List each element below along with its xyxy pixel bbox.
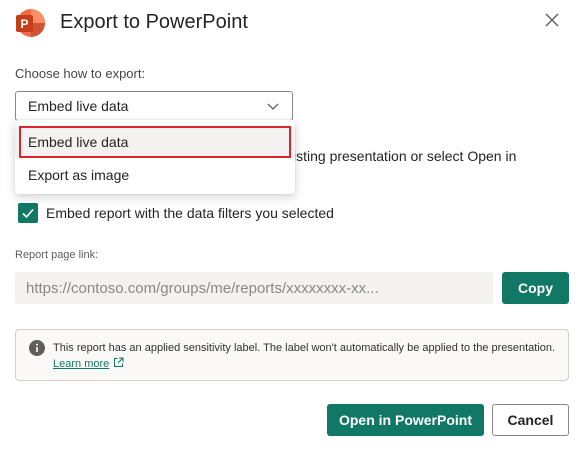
chevron-down-icon <box>267 103 279 110</box>
option-export-as-image[interactable]: Export as image <box>15 160 295 190</box>
export-method-label: Choose how to export: <box>15 66 146 81</box>
close-button[interactable] <box>541 9 563 31</box>
dialog-title: Export to PowerPoint <box>60 11 248 33</box>
export-method-select[interactable]: Embed live data <box>15 91 293 121</box>
cancel-button[interactable]: Cancel <box>492 404 569 436</box>
export-description-text: isting presentation or select Open in <box>293 148 517 164</box>
copy-button[interactable]: Copy <box>502 272 569 304</box>
checkmark-icon <box>22 208 34 219</box>
open-in-powerpoint-button[interactable]: Open in PowerPoint <box>327 404 484 436</box>
info-icon <box>29 340 45 356</box>
option-embed-live-data[interactable]: Embed live data <box>15 127 295 157</box>
embed-filters-checkbox[interactable] <box>18 203 38 223</box>
sensitivity-message: This report has an applied sensitivity l… <box>53 342 556 354</box>
sensitivity-info-text: This report has an applied sensitivity l… <box>53 340 558 372</box>
embed-filters-label: Embed report with the data filters you s… <box>46 205 334 221</box>
report-link-field[interactable]: https://contoso.com/groups/me/reports/xx… <box>15 272 493 304</box>
export-method-value: Embed live data <box>28 98 129 114</box>
powerpoint-logo-letter: P <box>20 17 28 31</box>
report-link-label: Report page link: <box>15 249 99 261</box>
powerpoint-logo-icon: P <box>14 7 46 39</box>
sensitivity-info-box: This report has an applied sensitivity l… <box>15 329 569 381</box>
close-icon <box>545 13 559 27</box>
export-method-dropdown: Embed live data Export as image <box>15 120 295 194</box>
learn-more-link[interactable]: Learn more <box>53 358 109 370</box>
external-link-icon[interactable] <box>113 357 124 368</box>
